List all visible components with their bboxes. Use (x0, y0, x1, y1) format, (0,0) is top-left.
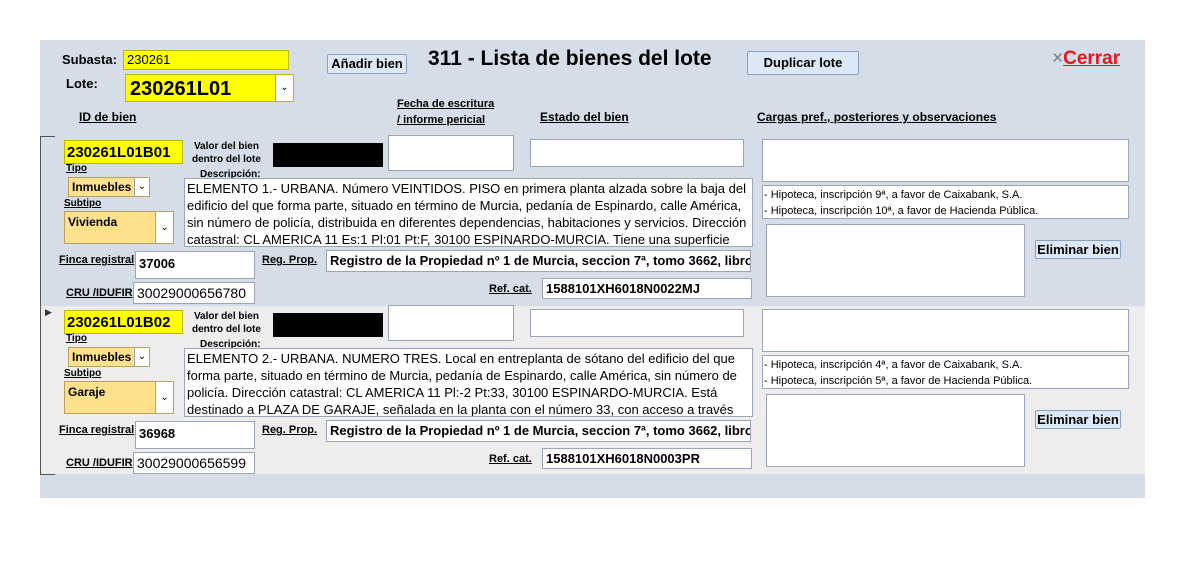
subasta-field[interactable]: 230261 (123, 50, 289, 70)
column-fecha-header-line1: Fecha de escritura (397, 98, 495, 110)
close-icon: × (1052, 48, 1064, 69)
estado-field[interactable] (530, 309, 744, 337)
redacted-value-field[interactable] (273, 313, 383, 337)
ref-cat-label: Ref. cat. (489, 283, 532, 295)
item-id-field[interactable]: 230261L01B02 (64, 310, 183, 334)
redacted-value-field[interactable] (273, 143, 383, 167)
cru-label: CRU /IDUFIR (66, 287, 133, 299)
chevron-down-icon[interactable]: ⌄ (155, 212, 173, 243)
estado-field[interactable] (530, 139, 744, 167)
subtipo-value: Vivienda (68, 215, 118, 229)
chevron-down-icon[interactable]: ⌄ (275, 75, 293, 101)
observaciones-field[interactable] (766, 224, 1025, 297)
cru-label: CRU /IDUFIR (66, 457, 133, 469)
reg-prop-field[interactable]: Registro de la Propiedad nº 1 de Murcia,… (326, 420, 751, 442)
tipo-select[interactable]: Inmuebles ⌄ (68, 177, 150, 197)
duplicate-lote-button[interactable]: Duplicar lote (747, 51, 859, 75)
column-cargas-header: Cargas pref., posteriores y observacione… (757, 110, 997, 124)
cru-field[interactable]: 30029000656780 (133, 282, 255, 304)
cargas-pref-field[interactable] (762, 139, 1129, 182)
add-item-button[interactable]: Añadir bien (327, 54, 407, 74)
valor-label: Valor del bien dentro del lote (192, 140, 261, 166)
chevron-down-icon[interactable]: ⌄ (134, 348, 149, 366)
descripcion-field[interactable]: ELEMENTO 1.- URBANA. Número VEINTIDOS. P… (184, 178, 753, 247)
subtipo-select[interactable]: Garaje ⌄ (64, 381, 174, 414)
fecha-field[interactable] (388, 305, 514, 341)
subasta-label: Subasta: (62, 52, 117, 67)
column-estado-header: Estado del bien (540, 110, 629, 124)
current-record-icon: ▶ (45, 307, 52, 317)
record-row: 230261L01B01 Valor del bien dentro del l… (40, 135, 1145, 308)
reg-prop-label: Reg. Prop. (262, 254, 318, 266)
valor-label-line1: Valor del bien (193, 311, 259, 322)
record-selector[interactable] (40, 136, 55, 308)
ref-cat-field[interactable]: 1588101XH6018N0003PR (542, 448, 752, 469)
reg-prop-label: Reg. Prop. (262, 424, 318, 436)
finca-field[interactable]: 36968 (135, 421, 255, 449)
cargas-post-field[interactable]: - Hipoteca, inscripción 4ª, a favor de C… (762, 355, 1129, 389)
reg-prop-field[interactable]: Registro de la Propiedad nº 1 de Murcia,… (326, 250, 751, 272)
finca-label: Finca registral (59, 424, 135, 436)
record-row: ▶ 230261L01B02 Valor del bien dentro del… (40, 305, 1145, 475)
add-item-label: Añadir bien (331, 56, 403, 71)
fecha-field[interactable] (388, 135, 514, 171)
delete-item-label: Eliminar bien (1037, 242, 1119, 257)
valor-label-line2: dentro del lote (192, 154, 261, 165)
cargas-post-field[interactable]: - Hipoteca, inscripción 9ª, a favor de C… (762, 185, 1129, 219)
lote-label: Lote: (66, 76, 98, 91)
carga-line: - Hipoteca, inscripción 10ª, a favor de … (764, 205, 1039, 217)
close-label: Cerrar (1063, 48, 1121, 69)
carga-line: - Hipoteca, inscripción 4ª, a favor de C… (764, 359, 1023, 371)
record-selector[interactable]: ▶ (40, 306, 55, 475)
observaciones-field[interactable] (766, 394, 1025, 467)
delete-item-label: Eliminar bien (1037, 412, 1119, 427)
valor-label-line1: Valor del bien (193, 141, 259, 152)
chevron-down-icon[interactable]: ⌄ (155, 382, 173, 413)
lote-value: 230261L01 (130, 78, 232, 100)
tipo-label: Tipo (66, 333, 87, 344)
finca-field[interactable]: 37006 (135, 251, 255, 279)
cargas-pref-field[interactable] (762, 309, 1129, 352)
item-id-field[interactable]: 230261L01B01 (64, 140, 183, 164)
delete-item-button[interactable]: Eliminar bien (1035, 240, 1121, 259)
tipo-select[interactable]: Inmuebles ⌄ (68, 347, 150, 367)
ref-cat-label: Ref. cat. (489, 453, 532, 465)
ref-cat-field[interactable]: 1588101XH6018N0022MJ (542, 278, 752, 299)
tipo-value: Inmuebles (72, 180, 132, 194)
tipo-label: Tipo (66, 163, 87, 174)
column-id-header: ID de bien (79, 110, 137, 124)
subtipo-select[interactable]: Vivienda ⌄ (64, 211, 174, 244)
lote-select[interactable]: 230261L01 ⌄ (125, 74, 294, 102)
tipo-value: Inmuebles (72, 350, 132, 364)
subtipo-label: Subtipo (64, 198, 102, 209)
page-title: 311 - Lista de bienes del lote (428, 47, 712, 70)
finca-label: Finca registral (59, 254, 135, 266)
descripcion-field[interactable]: ELEMENTO 2.- URBANA. NUMERO TRES. Local … (184, 348, 753, 417)
cru-field[interactable]: 30029000656599 (133, 452, 255, 474)
subtipo-value: Garaje (68, 385, 106, 399)
lote-form: Subasta: 230261 Lote: 230261L01 ⌄ Añadir… (40, 40, 1145, 498)
subtipo-label: Subtipo (64, 368, 102, 379)
column-fecha-header-line2: / informe pericial (397, 114, 486, 126)
delete-item-button[interactable]: Eliminar bien (1035, 410, 1121, 429)
carga-line: - Hipoteca, inscripción 9ª, a favor de C… (764, 189, 1023, 201)
valor-label-line2: dentro del lote (192, 324, 261, 335)
chevron-down-icon[interactable]: ⌄ (134, 178, 149, 196)
close-button[interactable]: ×Cerrar (1052, 48, 1120, 70)
valor-label: Valor del bien dentro del lote (192, 310, 261, 336)
carga-line: - Hipoteca, inscripción 5ª, a favor de H… (764, 375, 1033, 387)
duplicate-lote-label: Duplicar lote (763, 55, 843, 70)
